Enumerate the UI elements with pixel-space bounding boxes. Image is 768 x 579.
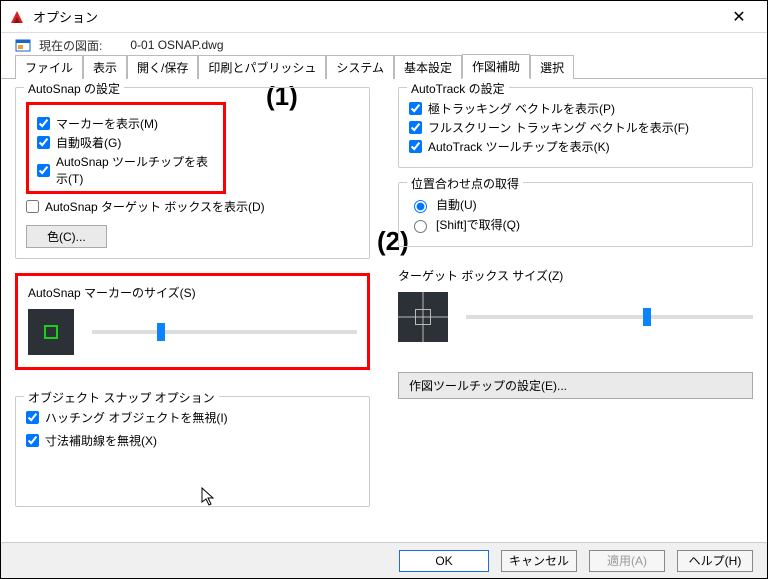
check-snap-tooltip-label: AutoSnap ツールチップを表示(T) — [56, 153, 215, 187]
check-fullscreen-track-label: フルスクリーン トラッキング ベクトルを表示(F) — [428, 119, 689, 136]
check-polar-track-box[interactable] — [409, 102, 422, 115]
drawing-file: 0-01 OSNAP.dwg — [130, 38, 223, 52]
tab-drafting[interactable]: 作図補助 — [462, 54, 530, 79]
check-track-tooltip[interactable]: AutoTrack ツールチップを表示(K) — [409, 138, 742, 155]
check-track-tooltip-box[interactable] — [409, 140, 422, 153]
titlebar: オプション ✕ — [1, 1, 767, 33]
check-fullscreen-track[interactable]: フルスクリーン トラッキング ベクトルを表示(F) — [409, 119, 742, 136]
marker-preview — [28, 309, 74, 355]
check-polar-track[interactable]: 極トラッキング ベクトルを表示(P) — [409, 100, 742, 117]
check-polar-track-label: 極トラッキング ベクトルを表示(P) — [428, 100, 615, 117]
group-osnap-options: オブジェクト スナップ オプション ハッチング オブジェクトを無視(I) 寸法補… — [15, 396, 370, 507]
highlight-box-1: マーカーを表示(M) 自動吸着(G) AutoSnap ツールチップを表示(T) — [26, 102, 226, 194]
marker-size-slider[interactable] — [92, 330, 357, 334]
group-autosnap-legend: AutoSnap の設定 — [24, 80, 124, 97]
radio-auto-label: 自動(U) — [436, 196, 477, 213]
tab-system[interactable]: システム — [326, 55, 394, 79]
radio-shift-label: [Shift]で取得(Q) — [436, 216, 520, 233]
group-align-legend: 位置合わせ点の取得 — [407, 175, 523, 192]
target-size-thumb[interactable] — [643, 308, 651, 326]
target-size-title: ターゲット ボックス サイズ(Z) — [398, 267, 753, 284]
cancel-button[interactable]: キャンセル — [501, 550, 577, 572]
check-snap-tooltip[interactable]: AutoSnap ツールチップを表示(T) — [37, 153, 215, 187]
group-align-point: 位置合わせ点の取得 自動(U) [Shift]で取得(Q) — [398, 182, 753, 247]
left-column: AutoSnap の設定 マーカーを表示(M) 自動吸着(G) AutoSnap… — [15, 87, 370, 521]
target-size-slider[interactable] — [466, 315, 753, 319]
marker-size-title: AutoSnap マーカーのサイズ(S) — [28, 284, 357, 301]
group-autotrack-legend: AutoTrack の設定 — [407, 80, 509, 97]
tab-display[interactable]: 表示 — [83, 55, 127, 79]
check-aperture-label: AutoSnap ターゲット ボックスを表示(D) — [45, 198, 265, 215]
check-ignore-hatch-box[interactable] — [26, 411, 39, 424]
check-aperture-box-row[interactable]: AutoSnap ターゲット ボックスを表示(D) — [26, 198, 359, 215]
target-size-section: ターゲット ボックス サイズ(Z) — [398, 267, 753, 342]
group-osnap-legend: オブジェクト スナップ オプション — [24, 389, 219, 406]
help-button[interactable]: ヘルプ(H) — [677, 550, 753, 572]
window-title: オプション — [33, 7, 719, 26]
target-preview — [398, 292, 448, 342]
check-magnet-box[interactable] — [37, 136, 50, 149]
content: AutoSnap の設定 マーカーを表示(M) 自動吸着(G) AutoSnap… — [1, 79, 767, 521]
drawing-label: 現在の図面: — [39, 37, 102, 54]
check-marker-display-label: マーカーを表示(M) — [56, 115, 158, 132]
tab-file[interactable]: ファイル — [15, 55, 83, 79]
check-ignore-hatch[interactable]: ハッチング オブジェクトを無視(I) — [26, 409, 359, 426]
radio-auto-input[interactable] — [414, 200, 427, 213]
check-ignore-hatch-label: ハッチング オブジェクトを無視(I) — [45, 409, 228, 426]
right-column: AutoTrack の設定 極トラッキング ベクトルを表示(P) フルスクリーン… — [398, 87, 753, 521]
check-magnet-label: 自動吸着(G) — [56, 134, 121, 151]
tab-plot-publish[interactable]: 印刷とパブリッシュ — [198, 55, 326, 79]
drawing-context: 現在の図面: 0-01 OSNAP.dwg — [1, 33, 767, 57]
check-marker-display[interactable]: マーカーを表示(M) — [37, 115, 215, 132]
drawing-icon — [15, 37, 31, 53]
check-snap-tooltip-box[interactable] — [37, 164, 50, 177]
tabstrip: ファイル 表示 開く/保存 印刷とパブリッシュ システム 基本設定 作図補助 選… — [1, 57, 767, 79]
apply-button[interactable]: 適用(A) — [589, 550, 665, 572]
tab-open-save[interactable]: 開く/保存 — [127, 55, 198, 79]
marker-preview-square-icon — [44, 325, 58, 339]
group-autosnap-settings: AutoSnap の設定 マーカーを表示(M) 自動吸着(G) AutoSnap… — [15, 87, 370, 259]
check-ignore-ext-box[interactable] — [26, 434, 39, 447]
radio-shift-input[interactable] — [414, 220, 427, 233]
check-marker-display-box[interactable] — [37, 117, 50, 130]
colors-button[interactable]: 色(C)... — [26, 225, 107, 248]
close-button[interactable]: ✕ — [719, 1, 759, 33]
app-icon — [9, 9, 25, 25]
check-aperture-box[interactable] — [26, 200, 39, 213]
check-ignore-ext[interactable]: 寸法補助線を無視(X) — [26, 432, 359, 449]
check-magnet[interactable]: 自動吸着(G) — [37, 134, 215, 151]
check-ignore-ext-label: 寸法補助線を無視(X) — [45, 432, 157, 449]
check-fullscreen-track-box[interactable] — [409, 121, 422, 134]
tab-user-prefs[interactable]: 基本設定 — [394, 55, 462, 79]
radio-shift[interactable]: [Shift]で取得(Q) — [409, 216, 742, 233]
marker-size-thumb[interactable] — [157, 323, 165, 341]
drafting-tooltip-settings-button[interactable]: 作図ツールチップの設定(E)... — [398, 372, 753, 399]
highlight-box-2: AutoSnap マーカーのサイズ(S) — [15, 273, 370, 370]
check-track-tooltip-label: AutoTrack ツールチップを表示(K) — [428, 138, 610, 155]
dialog-buttons: OK キャンセル 適用(A) ヘルプ(H) — [1, 542, 767, 578]
group-autotrack-settings: AutoTrack の設定 極トラッキング ベクトルを表示(P) フルスクリーン… — [398, 87, 753, 168]
radio-auto[interactable]: 自動(U) — [409, 196, 742, 213]
tab-selection[interactable]: 選択 — [530, 55, 574, 79]
ok-button[interactable]: OK — [399, 550, 489, 572]
